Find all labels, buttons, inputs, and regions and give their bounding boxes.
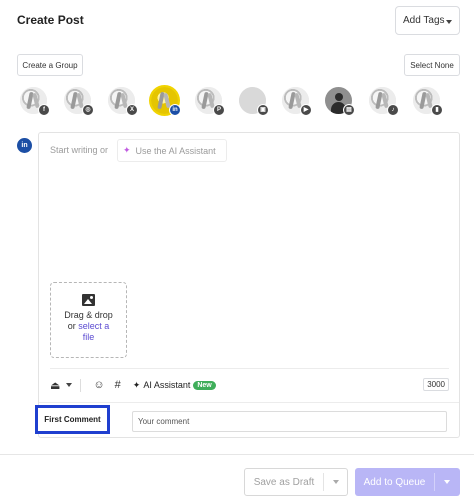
x-icon: X	[126, 104, 138, 116]
instagram-icon: ◎	[82, 104, 94, 116]
image-icon	[82, 294, 95, 306]
new-badge: New	[193, 380, 216, 390]
chevron-down-icon[interactable]	[444, 480, 450, 484]
select-file-link[interactable]: select a	[78, 321, 109, 331]
youtube-icon: ▶	[300, 104, 312, 116]
divider	[50, 368, 449, 369]
pinterest-icon: P	[213, 104, 225, 116]
post-composer[interactable]: Start writing or ✦ Use the AI Assistant …	[38, 132, 460, 438]
composer-prompt: Start writing or	[50, 145, 109, 155]
upload-icon[interactable]: ⏏	[50, 379, 60, 392]
magic-wand-icon: ✦	[123, 145, 131, 155]
footer-divider	[0, 454, 474, 455]
google-business-icon: ▣	[257, 104, 269, 116]
add-to-queue-label: Add to Queue	[363, 476, 426, 488]
ai-assistant-label: AI Assistant	[143, 380, 191, 390]
dropzone-line1: Drag & drop	[64, 310, 113, 320]
first-comment-label: First Comment	[35, 405, 110, 434]
facebook-icon: f	[38, 104, 50, 116]
account-pinterest[interactable]: P	[195, 87, 225, 116]
character-counter: 3000	[423, 378, 449, 391]
account-threads[interactable]: ▮	[413, 87, 443, 116]
add-tags-dropdown[interactable]: Add Tags	[395, 6, 460, 35]
account-tiktok[interactable]: ♪	[369, 87, 399, 116]
threads-icon: ▮	[431, 104, 443, 116]
save-as-draft-button[interactable]: Save as Draft	[244, 468, 348, 496]
ai-assistant-button[interactable]: ✦ AI Assistant New	[133, 380, 216, 391]
composer-toolbar: ⏏ ☺ # ✦ AI Assistant New 3000	[50, 374, 449, 396]
account-youtube[interactable]: ▶	[282, 87, 312, 116]
account-facebook[interactable]: f	[20, 87, 50, 116]
account-google-business[interactable]: ▣	[239, 87, 269, 116]
ai-assistant-link[interactable]: ✦ Use the AI Assistant	[117, 139, 227, 162]
dropzone-line2-prefix: or	[67, 321, 76, 331]
linkedin-icon: in	[169, 104, 181, 116]
account-tiktok-business[interactable]: ▤	[325, 87, 355, 116]
button-separator	[434, 473, 435, 491]
tiktok-icon: ♪	[387, 104, 399, 116]
hashtag-icon[interactable]: #	[115, 379, 121, 391]
add-tags-label: Add Tags	[403, 15, 445, 26]
chevron-down-icon[interactable]	[66, 383, 73, 387]
linkedin-icon: in	[17, 138, 32, 153]
emoji-icon[interactable]: ☺	[93, 379, 104, 391]
first-comment-input[interactable]: Your comment	[132, 411, 447, 432]
chevron-down-icon	[446, 20, 452, 24]
chevron-down-icon[interactable]	[333, 480, 339, 484]
magic-wand-icon: ✦	[132, 379, 141, 390]
account-x[interactable]: X	[108, 87, 138, 116]
button-separator	[323, 473, 324, 491]
toolbar-separator	[80, 378, 82, 392]
select-file-link-cont[interactable]: file	[51, 332, 126, 343]
tiktok-business-icon: ▤	[343, 104, 355, 116]
select-none-button[interactable]: Select None	[404, 54, 460, 76]
save-as-draft-label: Save as Draft	[253, 476, 315, 488]
divider	[39, 402, 459, 403]
create-group-button[interactable]: Create a Group	[17, 54, 83, 76]
account-instagram[interactable]: ◎	[64, 87, 94, 116]
page-title: Create Post	[17, 13, 84, 27]
account-linkedin[interactable]: in	[151, 87, 181, 116]
ai-link-label: Use the AI Assistant	[135, 145, 216, 156]
add-to-queue-button[interactable]: Add to Queue	[355, 468, 460, 496]
media-dropzone[interactable]: Drag & drop or select a file	[50, 282, 127, 358]
